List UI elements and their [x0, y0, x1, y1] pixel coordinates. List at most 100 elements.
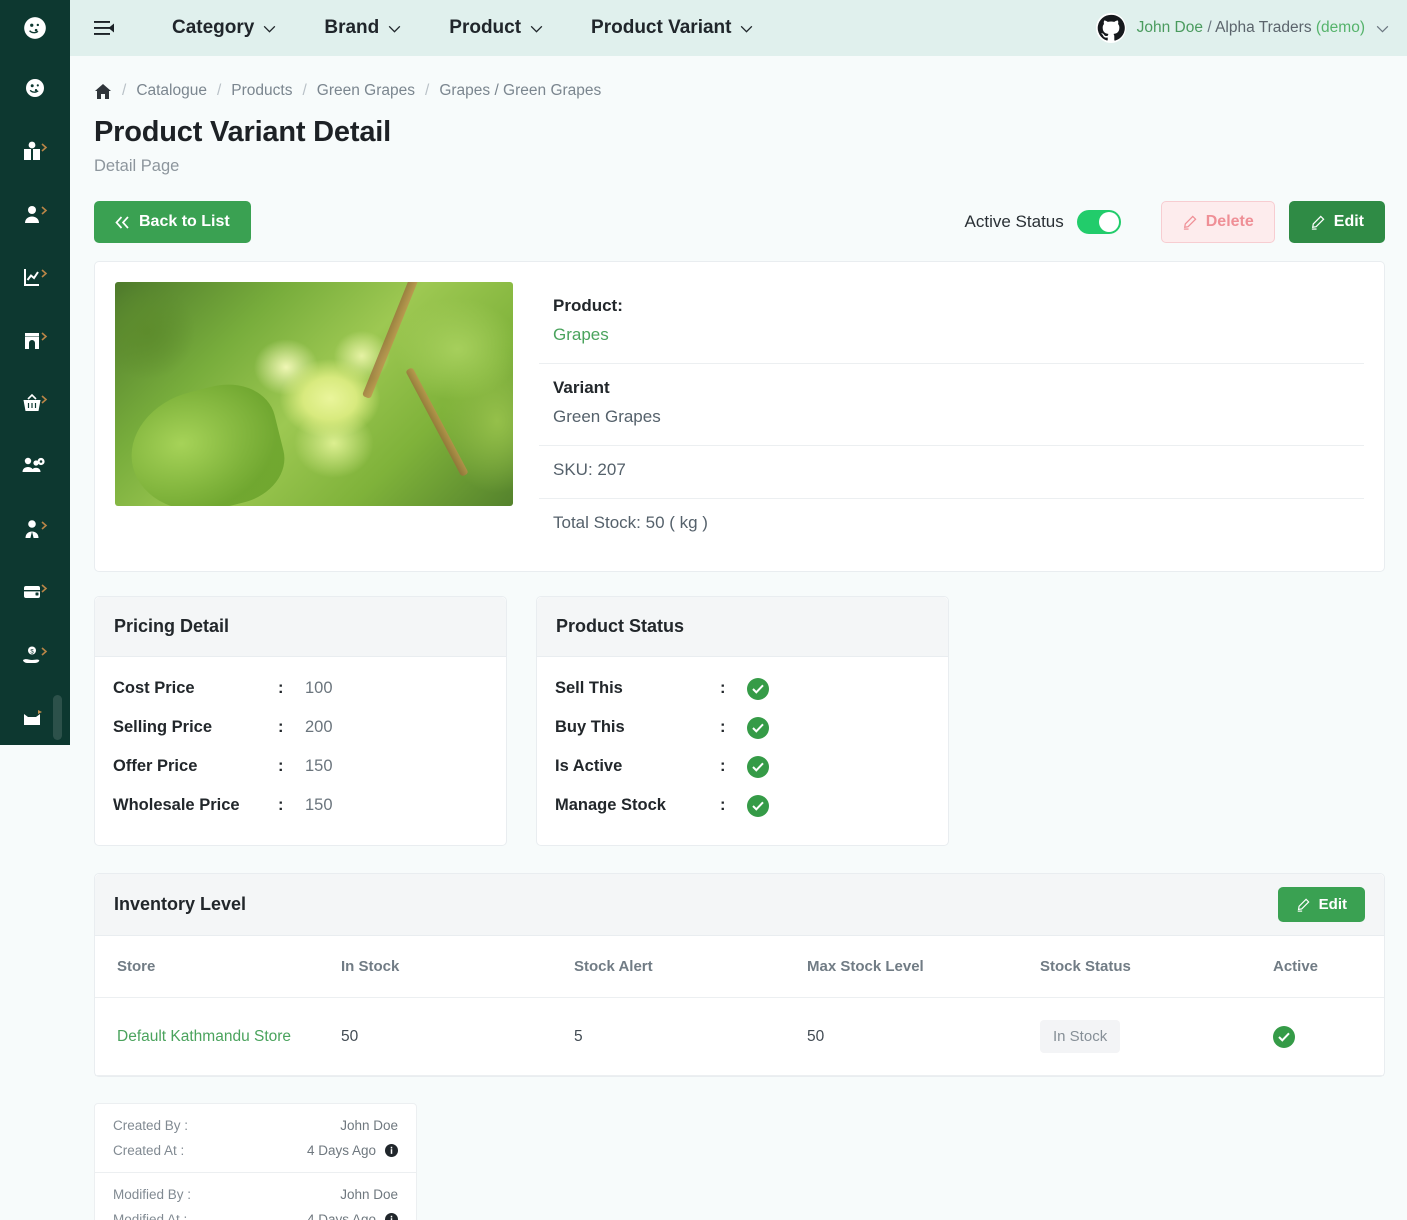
- sidebar-item-dashboard[interactable]: [0, 56, 70, 119]
- inventory-edit-label: Edit: [1319, 897, 1347, 912]
- sidebar-item-catalogue[interactable]: [0, 119, 70, 182]
- modified-at-value-wrap: 4 Days Ago: [307, 1212, 398, 1220]
- sidebar-item-stores[interactable]: [0, 308, 70, 371]
- user-menu[interactable]: John Doe / Alpha Traders (demo): [1096, 13, 1389, 43]
- sku-field: SKU: 207: [553, 460, 1350, 480]
- nav-item-brand[interactable]: Brand: [300, 11, 425, 45]
- colon: :: [278, 757, 305, 776]
- overview-row-variant: Variant Green Grapes: [539, 364, 1364, 446]
- colon: :: [720, 796, 747, 815]
- status-row-manage-stock: Manage Stock :: [555, 786, 930, 825]
- breadcrumb-item-green-grapes[interactable]: Green Grapes: [317, 82, 415, 100]
- store-icon: [21, 329, 49, 351]
- green-grapes-photo: [115, 282, 513, 506]
- nav-item-product-variant[interactable]: Product Variant: [567, 11, 777, 45]
- product-value[interactable]: Grapes: [553, 325, 1350, 345]
- breadcrumb-separator: /: [217, 82, 221, 100]
- sidebar-item-sales[interactable]: [0, 371, 70, 434]
- back-to-list-button[interactable]: Back to List: [94, 201, 251, 243]
- nav-label-category: Category: [172, 17, 254, 39]
- table-header-row: Store In Stock Stock Alert Max Stock Lev…: [95, 936, 1384, 998]
- product-label: Product:: [553, 296, 1350, 316]
- sidebar-item-staff[interactable]: [0, 497, 70, 560]
- pricing-card-header: Pricing Detail: [95, 597, 506, 657]
- chevron-down-icon: [263, 25, 276, 33]
- status-row-buy-this: Buy This :: [555, 708, 930, 747]
- col-in-stock: In Stock: [327, 936, 560, 998]
- sidebar-item-user-groups[interactable]: [0, 434, 70, 497]
- nav-item-category[interactable]: Category: [148, 11, 300, 45]
- wholesale-price-label: Wholesale Price: [113, 796, 278, 815]
- info-circle-icon[interactable]: [385, 1144, 398, 1157]
- table-row: Default Kathmandu Store 50 5 50 In Stock: [95, 998, 1384, 1076]
- inbox-icon: [21, 707, 49, 729]
- created-at-value-wrap: 4 Days Ago: [307, 1143, 398, 1158]
- home-icon[interactable]: [94, 83, 112, 100]
- detail-cards-row: Pricing Detail Cost Price : 100 Selling …: [94, 596, 1385, 846]
- colon: :: [278, 679, 305, 698]
- sidebar-item-reports[interactable]: [0, 245, 70, 308]
- delete-label: Delete: [1206, 214, 1254, 230]
- selling-price-label: Selling Price: [113, 718, 278, 737]
- nav-label-product: Product: [449, 17, 521, 39]
- toggle-knob: [1099, 212, 1119, 232]
- created-at-value: 4 Days Ago: [307, 1143, 376, 1158]
- sidebar-scrollbar[interactable]: [53, 695, 62, 740]
- sidebar-item-customers[interactable]: [0, 182, 70, 245]
- active-status-toggle[interactable]: [1077, 210, 1121, 234]
- info-circle-icon[interactable]: [385, 1213, 398, 1220]
- meta-row-created-by: Created By : John Doe: [95, 1113, 416, 1138]
- created-group: Created By : John Doe Created At : 4 Day…: [95, 1104, 416, 1172]
- status-rows: Sell This : Buy This : Is Active :: [537, 657, 948, 845]
- sidebar-item-payments[interactable]: [0, 560, 70, 623]
- sku-value: 207: [597, 460, 625, 479]
- sidebar-collapse-button[interactable]: [78, 18, 130, 38]
- page-title: Product Variant Detail: [94, 116, 1385, 149]
- user-name: John Doe: [1137, 19, 1203, 36]
- cost-price-value: 100: [305, 679, 333, 698]
- back-to-list-label: Back to List: [139, 214, 230, 230]
- delete-button[interactable]: Delete: [1161, 201, 1275, 243]
- users-gear-icon: [21, 455, 49, 477]
- pricing-card-title: Pricing Detail: [114, 616, 229, 637]
- inventory-table: Store In Stock Stock Alert Max Stock Lev…: [95, 936, 1384, 1076]
- cell-max-stock-level: 50: [793, 998, 1026, 1076]
- hand-dollar-icon: $: [21, 644, 49, 666]
- check-circle-icon: [747, 795, 769, 817]
- github-logo-icon: [1096, 13, 1126, 43]
- created-by-value: John Doe: [340, 1118, 398, 1133]
- colon: :: [720, 757, 747, 776]
- overview-row-product: Product: Grapes: [539, 282, 1364, 364]
- breadcrumb-item-products[interactable]: Products: [231, 82, 292, 100]
- basket-icon: [21, 392, 49, 414]
- manage-stock-label: Manage Stock: [555, 796, 720, 815]
- app-root: $: [0, 0, 1407, 1220]
- modified-by-label: Modified By :: [113, 1187, 191, 1202]
- pricing-detail-card: Pricing Detail Cost Price : 100 Selling …: [94, 596, 507, 846]
- nav-item-product[interactable]: Product: [425, 11, 567, 45]
- inventory-edit-button[interactable]: Edit: [1278, 887, 1365, 922]
- breadcrumb-item-catalogue[interactable]: Catalogue: [136, 82, 207, 100]
- nav-label-product-variant: Product Variant: [591, 17, 731, 39]
- edit-label: Edit: [1334, 214, 1364, 230]
- breadcrumb-separator: /: [122, 82, 126, 100]
- active-status-control[interactable]: Active Status: [965, 210, 1121, 234]
- pencil-icon: [1310, 215, 1325, 230]
- sidebar-logo[interactable]: [0, 0, 70, 56]
- store-link[interactable]: Default Kathmandu Store: [117, 1028, 291, 1045]
- sidebar-item-expenses[interactable]: $: [0, 623, 70, 686]
- cell-in-stock: 50: [327, 998, 560, 1076]
- top-navigation: Category Brand Product Product Variant: [148, 11, 777, 45]
- pricing-row-offer: Offer Price : 150: [113, 747, 488, 786]
- breadcrumb-item-current[interactable]: Grapes / Green Grapes: [439, 82, 601, 100]
- record-meta-panel: Created By : John Doe Created At : 4 Day…: [94, 1103, 417, 1220]
- check-circle-icon: [747, 678, 769, 700]
- chevron-down-icon: [388, 25, 401, 33]
- overview-fields: Product: Grapes Variant Green Grapes SKU…: [539, 282, 1364, 551]
- edit-button[interactable]: Edit: [1289, 201, 1385, 243]
- colon: :: [278, 718, 305, 737]
- pricing-row-selling: Selling Price : 200: [113, 708, 488, 747]
- user-org: Alpha Traders: [1215, 19, 1312, 36]
- check-circle-icon: [1273, 1026, 1295, 1048]
- user-env: (demo): [1316, 19, 1365, 36]
